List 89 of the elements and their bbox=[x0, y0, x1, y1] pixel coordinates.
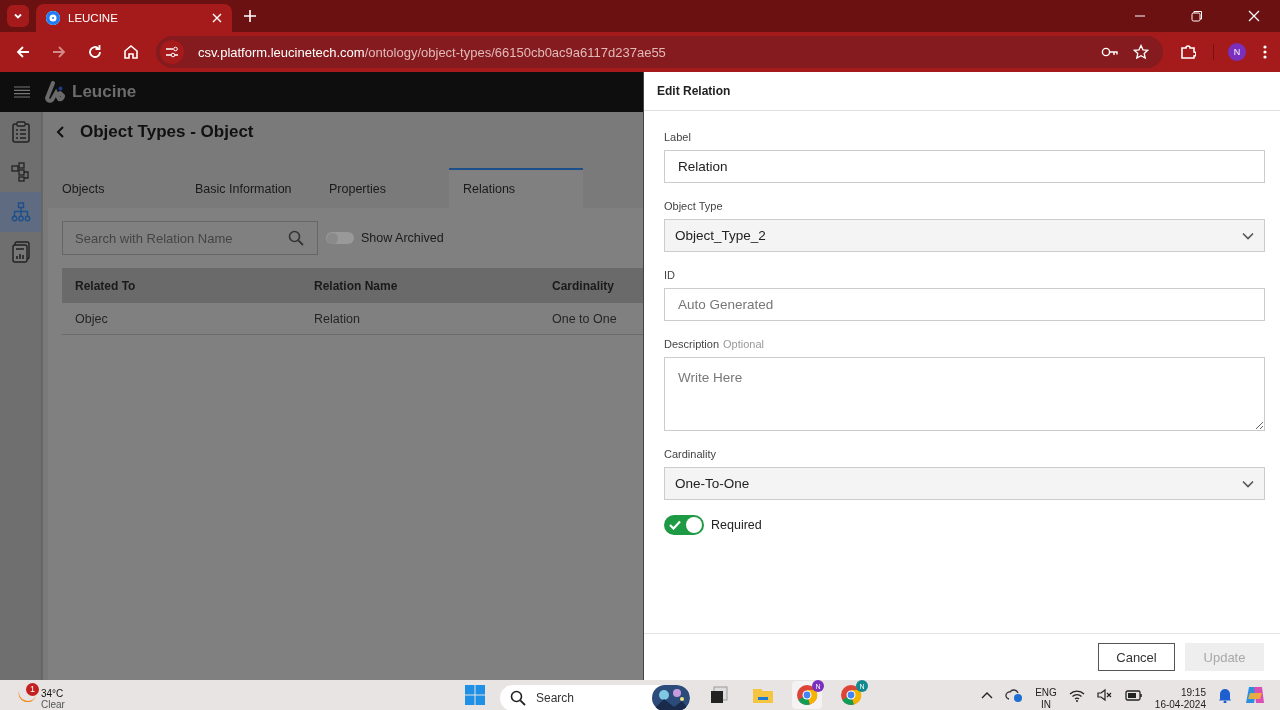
page-title: Object Types - Object bbox=[80, 122, 254, 142]
key-icon[interactable] bbox=[1101, 46, 1119, 58]
table-cell-text: Objec bbox=[75, 311, 109, 326]
back-chevron-icon[interactable] bbox=[56, 125, 66, 139]
tab-list-button[interactable] bbox=[7, 5, 29, 27]
temperature: 34°C bbox=[41, 688, 65, 699]
logo-icon bbox=[44, 81, 66, 103]
search-icon bbox=[288, 230, 304, 246]
hierarchy-icon bbox=[10, 202, 31, 222]
date: 16-04-2024 bbox=[1154, 699, 1206, 710]
cancel-button[interactable]: Cancel bbox=[1098, 643, 1175, 671]
toggle-switch[interactable] bbox=[664, 515, 704, 535]
taskbar-search[interactable]: Search bbox=[500, 685, 690, 710]
copilot-icon[interactable] bbox=[1244, 684, 1266, 706]
language-indicator[interactable]: ENG IN bbox=[1035, 679, 1057, 710]
tab[interactable]: Properties bbox=[315, 168, 449, 208]
wifi-icon[interactable] bbox=[1068, 688, 1085, 702]
back-arrow-icon[interactable] bbox=[15, 44, 31, 60]
plus-icon[interactable] bbox=[244, 10, 256, 22]
dropdown-value: Object_Type_2 bbox=[675, 228, 766, 243]
optional-label: Optional bbox=[723, 338, 764, 350]
field-label: Description bbox=[664, 338, 720, 350]
drawer-title: Edit Relation bbox=[657, 84, 731, 98]
column-header: Cardinality bbox=[552, 278, 615, 293]
tab-title: LEUCINE bbox=[68, 12, 119, 24]
close-icon[interactable] bbox=[1248, 10, 1260, 22]
text-field[interactable]: Relation bbox=[664, 150, 1265, 183]
menu-icon[interactable] bbox=[14, 85, 30, 99]
table-cell-text: Relation bbox=[314, 311, 361, 326]
window-icon bbox=[710, 686, 728, 704]
bell-icon[interactable] bbox=[1218, 687, 1232, 703]
battery-icon[interactable] bbox=[1124, 688, 1143, 702]
browser-tab[interactable]: LEUCINE bbox=[36, 4, 232, 32]
dropdown-field[interactable]: One-To-One bbox=[664, 467, 1265, 500]
table-row[interactable]: Objec Relation One to One bbox=[62, 303, 643, 335]
favicon-icon bbox=[46, 11, 60, 25]
more-menu-icon[interactable] bbox=[1263, 44, 1267, 60]
search-field[interactable]: Search with Relation Name bbox=[62, 221, 318, 255]
field-label: Cardinality bbox=[664, 448, 716, 460]
search-icon bbox=[510, 690, 526, 706]
folder-icon bbox=[752, 686, 774, 704]
close-icon[interactable] bbox=[212, 13, 222, 23]
browser-icon bbox=[796, 684, 818, 706]
search-placeholder: Search bbox=[536, 691, 576, 705]
start-icon[interactable] bbox=[464, 684, 486, 706]
address-bar[interactable]: csv.platform.leucinetech.com/ontology/object-types/66150cb0ac9a6117d237ae55 bbox=[156, 36, 1163, 68]
cloud-icon[interactable] bbox=[1005, 687, 1024, 703]
notification-badge: 1 bbox=[26, 682, 39, 696]
home-icon[interactable] bbox=[123, 44, 139, 60]
field-label: ID bbox=[664, 269, 675, 281]
check-icon bbox=[669, 520, 681, 530]
forward-arrow-icon[interactable] bbox=[51, 44, 67, 60]
profile-avatar[interactable]: N bbox=[1228, 43, 1246, 61]
dropdown-field[interactable]: Object_Type_2 bbox=[664, 219, 1265, 252]
column-header: Relation Name bbox=[314, 278, 399, 293]
browser-icon bbox=[840, 684, 862, 706]
star-icon[interactable] bbox=[1133, 44, 1149, 60]
field-label: Label bbox=[664, 131, 691, 143]
table-cell-text: One to One bbox=[552, 311, 618, 326]
dropdown-value: One-To-One bbox=[675, 476, 750, 491]
text-field[interactable]: Auto Generated bbox=[664, 288, 1265, 321]
brand-name: Leucine bbox=[72, 82, 137, 102]
flowchart-icon bbox=[10, 162, 31, 182]
clock[interactable]: 19:15 16-04-2024 bbox=[1154, 679, 1206, 710]
toggle-label: Required bbox=[711, 518, 762, 532]
puzzle-icon[interactable] bbox=[1180, 44, 1196, 60]
weather-condition: Clear bbox=[41, 699, 65, 710]
language-code: ENG bbox=[1035, 687, 1057, 699]
url-text: csv.platform.leucinetech.com/ontology/object-types/66150cb0ac9a6117d237ae55 bbox=[198, 44, 666, 60]
clipboard-icon bbox=[10, 121, 31, 143]
tab[interactable]: Relations bbox=[449, 168, 583, 208]
site-settings-icon[interactable] bbox=[160, 40, 184, 64]
chevron-down-icon bbox=[1242, 479, 1254, 488]
restore-icon[interactable] bbox=[1191, 10, 1203, 22]
time: 19:15 bbox=[1180, 687, 1206, 699]
tab[interactable]: Basic Information bbox=[181, 168, 315, 208]
column-header: Related To bbox=[75, 278, 137, 293]
language-code: IN bbox=[1041, 699, 1051, 710]
report-icon bbox=[10, 241, 31, 263]
toggle-switch[interactable] bbox=[326, 232, 354, 244]
chevron-down-icon bbox=[1242, 231, 1254, 240]
description-field[interactable]: Write Here bbox=[664, 357, 1265, 431]
field-label: Object Type bbox=[664, 200, 723, 212]
reload-icon[interactable] bbox=[87, 44, 103, 60]
weather-widget[interactable]: 1 34°C Clear bbox=[18, 680, 438, 710]
tab[interactable]: Objects bbox=[48, 168, 181, 208]
toggle-label: Show Archived bbox=[361, 231, 444, 245]
muted-speaker-icon[interactable] bbox=[1096, 688, 1113, 702]
chevron-up-icon[interactable] bbox=[981, 691, 994, 699]
